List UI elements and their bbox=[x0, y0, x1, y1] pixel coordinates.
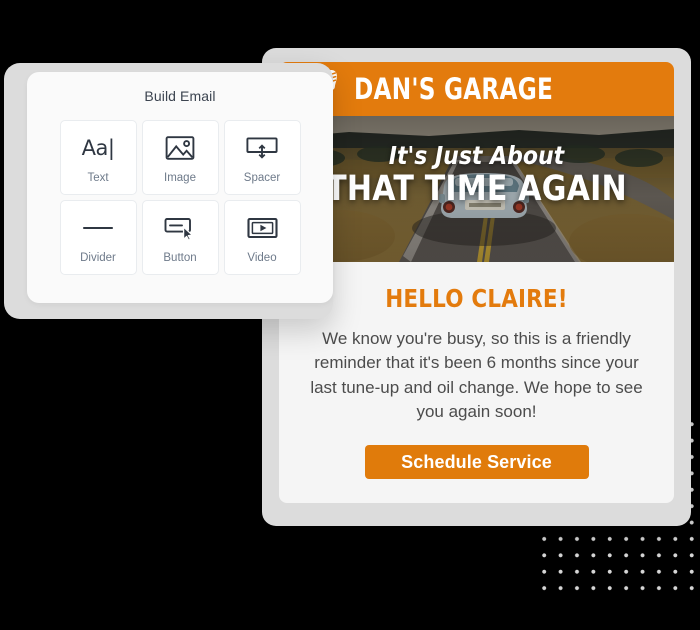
schedule-service-button[interactable]: Schedule Service bbox=[364, 445, 589, 480]
hero-headline-line2: THAT TIME AGAIN bbox=[326, 169, 627, 209]
greeting-heading: HELLO CLAIRE! bbox=[385, 284, 568, 313]
spacer-icon bbox=[246, 131, 278, 165]
divider-icon bbox=[82, 211, 114, 245]
block-tile-video[interactable]: Video bbox=[223, 200, 301, 275]
hero-headline-line1: It's Just About bbox=[388, 141, 565, 170]
block-tile-label: Divider bbox=[80, 252, 116, 264]
email-content: DAN'S GARAGE It's Just About THAT TIME A… bbox=[279, 62, 674, 503]
brand-name: DAN'S GARAGE bbox=[354, 72, 554, 106]
build-email-panel: Build Email Aa| Text Image Spacer Divide… bbox=[4, 63, 333, 319]
block-tile-spacer[interactable]: Spacer bbox=[223, 120, 301, 195]
button-icon bbox=[164, 211, 197, 245]
email-body: HELLO CLAIRE! We know you're busy, so th… bbox=[279, 262, 674, 480]
block-tile-label: Video bbox=[247, 252, 277, 264]
block-tile-text[interactable]: Aa| Text bbox=[59, 120, 137, 195]
text-icon: Aa| bbox=[82, 131, 115, 165]
build-email-title: Build Email bbox=[144, 88, 216, 104]
block-tile-label: Text bbox=[87, 172, 109, 184]
block-tile-button[interactable]: Button bbox=[141, 200, 219, 275]
screenshot-stage: DAN'S GARAGE It's Just About THAT TIME A… bbox=[0, 0, 700, 630]
text-icon-glyph: Aa| bbox=[81, 136, 115, 160]
hero-image: It's Just About THAT TIME AGAIN bbox=[279, 116, 674, 262]
image-icon bbox=[165, 131, 195, 165]
block-tile-grid: Aa| Text Image Spacer Divider Button Vid… bbox=[59, 120, 301, 275]
hero-text-block: It's Just About THAT TIME AGAIN bbox=[279, 142, 674, 208]
block-tile-image[interactable]: Image bbox=[141, 120, 219, 195]
video-icon bbox=[246, 211, 278, 245]
block-tile-label: Spacer bbox=[243, 172, 281, 184]
block-tile-label: Button bbox=[163, 252, 197, 264]
build-email-panel-inner: Build Email Aa| Text Image Spacer Divide… bbox=[27, 72, 333, 303]
block-tile-label: Image bbox=[164, 172, 196, 184]
email-header: DAN'S GARAGE bbox=[279, 62, 674, 116]
email-message: We know you're busy, so this is a friend… bbox=[310, 329, 643, 421]
block-tile-divider[interactable]: Divider bbox=[59, 200, 137, 275]
